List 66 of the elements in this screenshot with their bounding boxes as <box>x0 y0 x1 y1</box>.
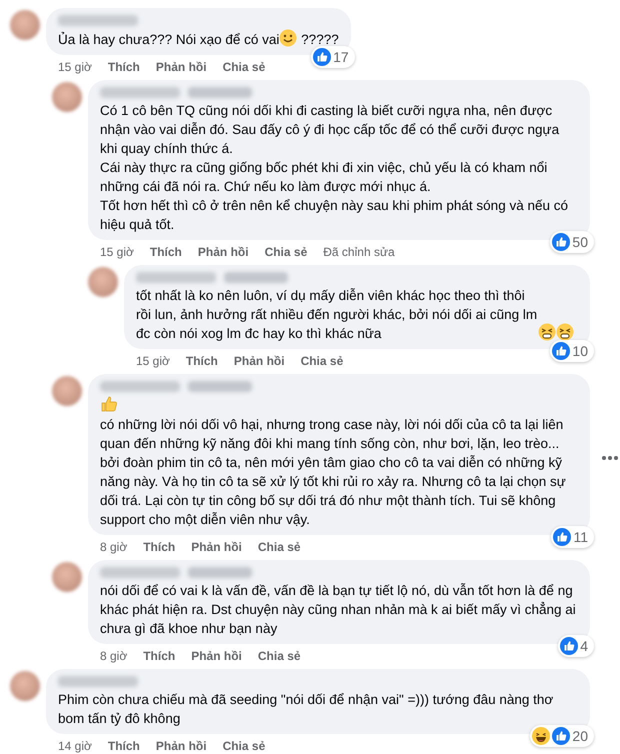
comment-text: ????? <box>300 32 339 47</box>
tired-face-icon <box>538 323 556 341</box>
blurred-mention <box>188 381 252 392</box>
comment-text: Có 1 cô bên TQ cũng nói dối khi đi casting là biết cưỡi ngựa nha, nên được nhận vào vai diễn đó. Sau đấy cô ý đi học cấp tốc để có thể cưỡi được ngựa khi quay chính thức á. Cái này thực ra cũng giống bốc phét khi đi xin việc, chủ yếu là có kham nổi những cái đã nói ra. Chứ nếu ko làm được mới nhục á. Tốt hơn hết thì cô ở trên nên kể chuyện này sau khi phim phát sóng và nếu có hiệu quả tốt. <box>100 103 568 232</box>
reply-button[interactable]: Phản hồi <box>156 738 207 754</box>
smiling-face-icon <box>279 29 298 47</box>
blurred-mention <box>188 87 252 98</box>
reaction-pill[interactable]: 17 <box>311 46 355 68</box>
like-icon <box>552 233 570 251</box>
reaction-count: 50 <box>572 233 588 251</box>
share-button[interactable]: Chia sẻ <box>300 353 344 369</box>
reaction-count: 11 <box>573 528 588 546</box>
comment-text: tốt nhất là ko nên luôn, ví dụ mấy diễn viên khác học theo thì thôi rồi lun, ảnh hưởng rất nhiều đến người khác, bởi nói dối ai cũng lm đc còn nói xog lm đc hay ko thì khác nữa <box>136 287 538 343</box>
reaction-count: 10 <box>572 342 588 360</box>
avatar <box>52 82 82 112</box>
avatar <box>88 267 118 297</box>
avatar <box>10 10 40 40</box>
reply-button[interactable]: Phản hồi <box>198 244 249 260</box>
like-button[interactable]: Thích <box>150 244 182 260</box>
share-button[interactable]: Chia sẻ <box>258 539 301 555</box>
like-button[interactable]: Thích <box>143 648 176 664</box>
reaction-count: 17 <box>333 48 349 66</box>
share-button[interactable]: Chia sẻ <box>258 648 301 664</box>
reply-button[interactable]: Phản hồi <box>191 539 242 555</box>
comment-time: 15 giờ <box>100 244 134 260</box>
reply-button[interactable]: Phản hồi <box>156 59 207 75</box>
reaction-pill[interactable]: 50 <box>550 231 594 253</box>
avatar <box>52 376 82 406</box>
reaction-pill[interactable]: 11 <box>551 526 594 548</box>
comment-time: 15 giờ <box>58 59 92 75</box>
like-icon <box>552 342 570 360</box>
blurred-mention <box>224 272 288 283</box>
comment-time: 15 giờ <box>136 353 170 369</box>
like-button[interactable]: Thích <box>143 539 176 555</box>
reaction-pill[interactable]: 4 <box>558 635 594 657</box>
avatar <box>52 562 82 592</box>
reaction-count: 20 <box>572 727 588 745</box>
edited-label: Đã chỉnh sửa <box>323 244 395 260</box>
avatar <box>10 671 40 701</box>
comment-text: Phim còn chưa chiếu mà đã seeding "nói dối để nhận vai" =))) tướng đâu nàng thơ bom tấn tỷ đô không <box>58 692 554 726</box>
tired-face-icon <box>556 323 574 341</box>
laughing-face-icon <box>532 727 550 745</box>
comment-text: nói dối để có vai k là vấn đề, vấn đề là bạn tự tiết lộ nó, dù vẫn tốt hơn là để ng khác phát hiện ra. Dst chuyện này cũng nhan nhản mà k ai biết mấy vì chẳng ai chưa gì đã khoe như bạn này <box>100 583 576 636</box>
like-icon <box>553 528 572 546</box>
blurred-mention <box>188 567 252 578</box>
comment-time: 8 giờ <box>100 539 128 555</box>
comment-time: 14 giờ <box>58 738 92 754</box>
comment-text: Ủa là hay chưa??? Nói xạo để có vai <box>58 30 280 49</box>
share-button[interactable]: Chia sẻ <box>222 59 266 75</box>
thumbs-up-icon <box>100 395 118 413</box>
share-button[interactable]: Chia sẻ <box>222 738 266 754</box>
reaction-pill[interactable]: 10 <box>550 340 594 362</box>
like-button[interactable]: Thích <box>108 738 140 754</box>
like-button[interactable]: Thích <box>186 353 218 369</box>
comment-text: có những lời nói dối vô hại, nhưng trong case này, lời nói dối của cô ta lại liên quan đến những kỹ năng đôi khi mang tính sống còn, như bơi, lặn, leo trèo... bởi đoàn phim tin cô ta, nên mới yên tâm giao cho cô ta vai diễn có những kỹ năng này. Và họ tin cô ta sẽ xử lý tốt khi rủi ro xảy ra. Nhưng cô ta lại chọn sự dối trá. Lại còn tự tin công bố sự dối trá đó như một thành tích. Tui sẽ không support cho một diễn viên như vậy. <box>100 417 566 527</box>
like-icon <box>313 48 332 66</box>
comment-time: 8 giờ <box>100 648 128 664</box>
like-button[interactable]: Thích <box>108 59 140 75</box>
reply-button[interactable]: Phản hồi <box>191 648 242 664</box>
reaction-pill[interactable]: 20 <box>530 725 594 747</box>
more-options-icon[interactable] <box>600 454 620 460</box>
like-icon <box>560 637 578 655</box>
like-icon <box>552 727 570 745</box>
share-button[interactable]: Chia sẻ <box>264 244 308 260</box>
reply-button[interactable]: Phản hồi <box>234 353 285 369</box>
reaction-count: 4 <box>580 637 588 655</box>
